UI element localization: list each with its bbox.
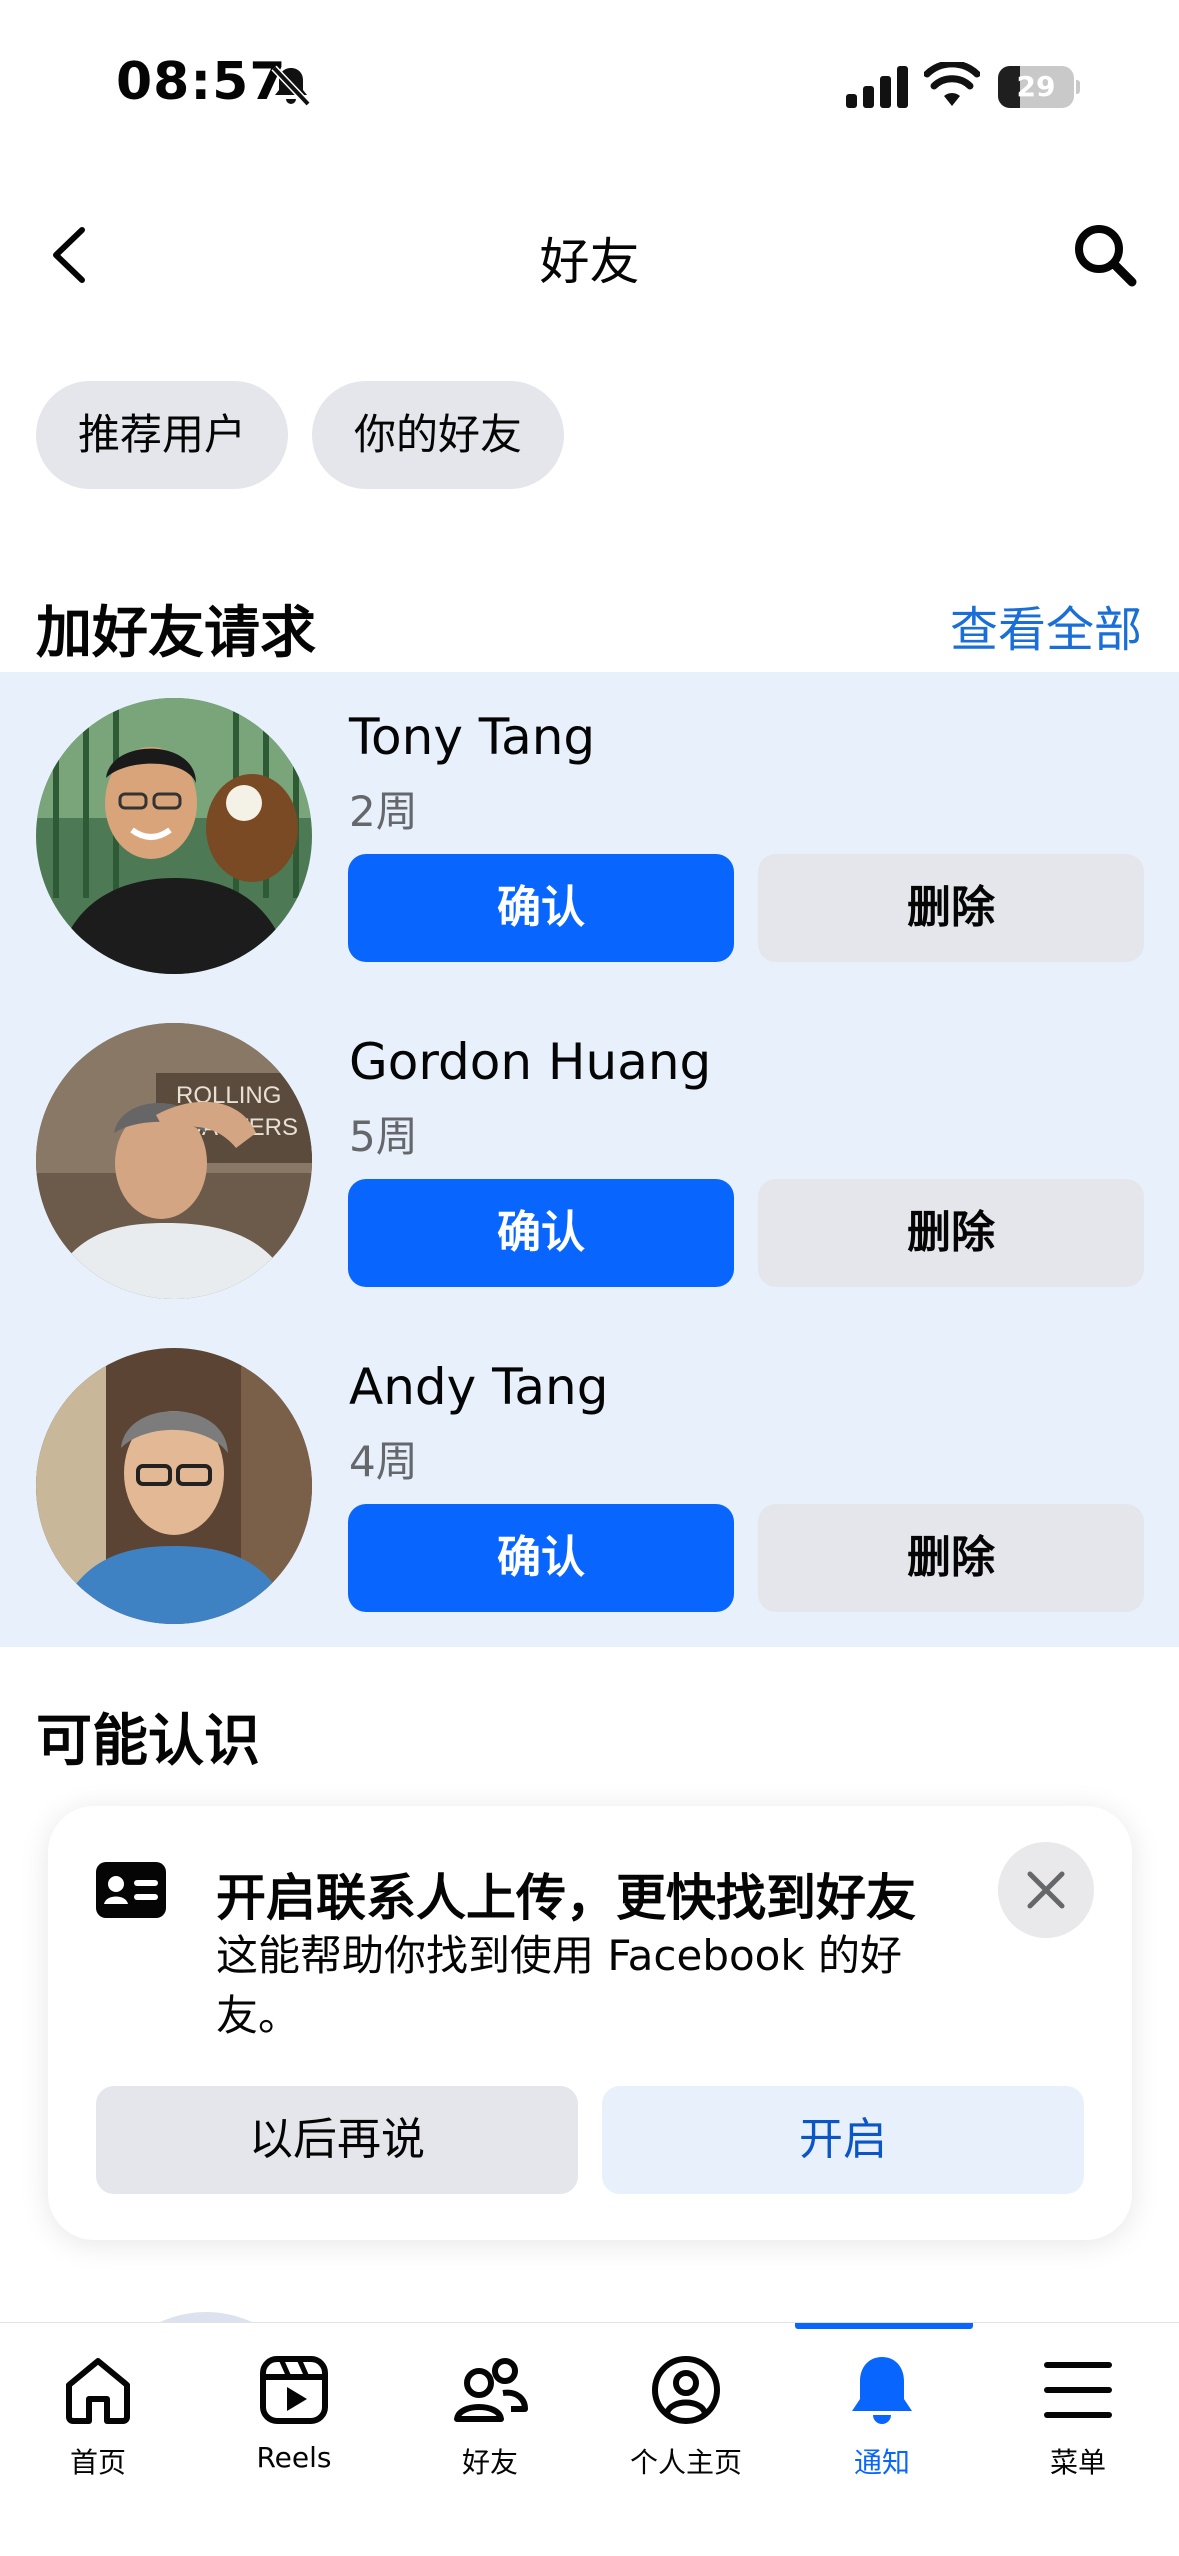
tab-label: 通知 xyxy=(853,2446,910,2479)
tab-reels[interactable]: Reels xyxy=(196,2351,392,2501)
status-bar: 08:57 29 xyxy=(0,0,1179,150)
page-title: 好友 xyxy=(539,233,640,291)
request-time: 2周 xyxy=(349,787,418,836)
active-tab-indicator xyxy=(795,2323,973,2329)
battery-cap xyxy=(1076,80,1080,94)
friends-icon xyxy=(454,2358,528,2422)
confirm-button[interactable]: 确认 xyxy=(348,854,734,962)
contact-upload-card: 开启联系人上传，更快找到好友 这能帮助你找到使用 Facebook 的好友。 以… xyxy=(48,1806,1132,2240)
friend-requests-list: Tony Tang 2周 确认 删除 ROLLING COASTERS Gord… xyxy=(0,672,1179,1647)
delete-button[interactable]: 删除 xyxy=(758,854,1144,962)
profile-icon xyxy=(652,2356,720,2424)
tab-label: 菜单 xyxy=(1049,2446,1106,2479)
confirm-button[interactable]: 确认 xyxy=(348,1179,734,1287)
tab-friends[interactable]: 好友 xyxy=(392,2351,588,2501)
avatar[interactable]: ROLLING COASTERS xyxy=(36,1023,312,1299)
tab-label: 好友 xyxy=(461,2446,518,2479)
tab-profile[interactable]: 个人主页 xyxy=(588,2351,784,2501)
tab-home[interactable]: 首页 xyxy=(0,2351,196,2501)
battery-indicator: 29 xyxy=(998,66,1080,108)
delete-button[interactable]: 删除 xyxy=(758,1504,1144,1612)
avatar[interactable] xyxy=(36,1348,312,1624)
reels-icon xyxy=(260,2356,328,2424)
wifi-icon xyxy=(924,62,980,106)
tab-label: Reels xyxy=(256,2441,332,2474)
contact-card-icon xyxy=(96,1862,166,1918)
requester-name[interactable]: Gordon Huang xyxy=(349,1033,711,1091)
status-time: 08:57 xyxy=(116,52,287,112)
see-all-link[interactable]: 查看全部 xyxy=(950,590,1142,660)
friend-request-item: Tony Tang 2周 确认 删除 xyxy=(0,672,1179,997)
chip-suggestions[interactable]: 推荐用户 xyxy=(36,381,288,489)
menu-icon xyxy=(1044,2362,1112,2418)
battery-percentage: 29 xyxy=(1016,70,1056,103)
friends-page: 08:57 29 好友 推荐用户 你的好友 加好友请求 查看全部 Tony Ta… xyxy=(0,0,1179,2556)
enable-button[interactable]: 开启 xyxy=(602,2086,1084,2194)
close-icon[interactable] xyxy=(998,1842,1094,1938)
later-button[interactable]: 以后再说 xyxy=(96,2086,578,2194)
avatar[interactable] xyxy=(36,698,312,974)
request-time: 5周 xyxy=(349,1112,418,1161)
home-icon xyxy=(66,2358,130,2424)
tab-menu[interactable]: 菜单 xyxy=(980,2351,1176,2501)
tab-label: 首页 xyxy=(69,2446,126,2479)
bell-muted-icon xyxy=(271,65,311,107)
friend-request-item: ROLLING COASTERS Gordon Huang 5周 确认 删除 xyxy=(0,997,1179,1322)
request-time: 4周 xyxy=(349,1437,418,1486)
tab-notifications[interactable]: 通知 xyxy=(784,2351,980,2501)
card-body: 这能帮助你找到使用 Facebook 的好友。 xyxy=(216,1931,903,2040)
friend-request-item: Andy Tang 4周 确认 删除 xyxy=(0,1322,1179,1647)
requester-name[interactable]: Andy Tang xyxy=(349,1358,608,1416)
bell-icon xyxy=(852,2357,912,2424)
tab-label: 个人主页 xyxy=(629,2446,742,2479)
delete-button[interactable]: 删除 xyxy=(758,1179,1144,1287)
confirm-button[interactable]: 确认 xyxy=(348,1504,734,1612)
cellular-signal-icon xyxy=(846,66,908,108)
friend-requests-title: 加好友请求 xyxy=(36,601,316,666)
card-title: 开启联系人上传，更快找到好友 xyxy=(216,1869,916,1927)
bottom-tab-bar: 首页 Reels 好友 个人主页 通知 菜单 xyxy=(0,2322,1179,2556)
chip-your-friends[interactable]: 你的好友 xyxy=(312,381,564,489)
requester-name[interactable]: Tony Tang xyxy=(349,708,595,766)
people-you-may-know-title: 可能认识 xyxy=(36,1709,260,1774)
search-icon[interactable] xyxy=(1070,220,1140,290)
battery-body: 29 xyxy=(998,66,1074,108)
